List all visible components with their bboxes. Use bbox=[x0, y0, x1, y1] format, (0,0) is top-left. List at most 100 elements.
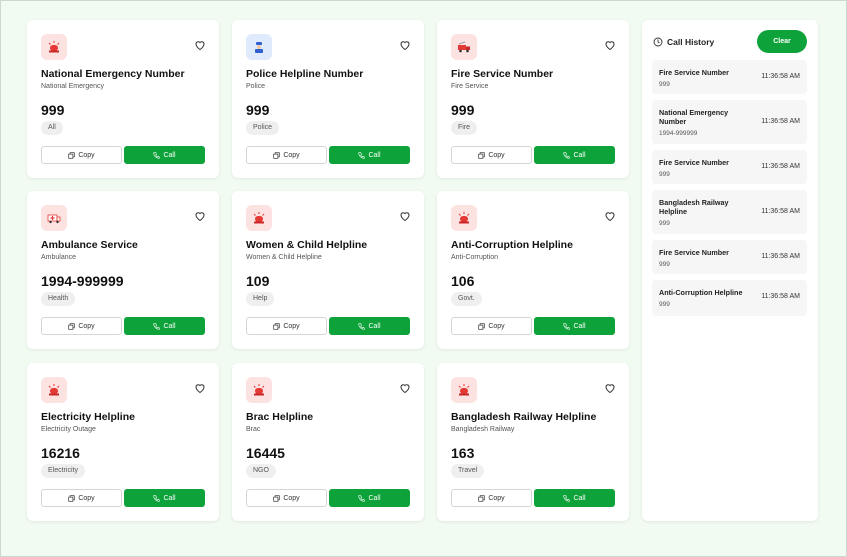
history-item-name: Anti-Corruption Helpline bbox=[659, 288, 743, 297]
clear-history-button[interactable]: Clear bbox=[757, 30, 807, 53]
copy-button[interactable]: Copy bbox=[41, 317, 122, 335]
history-item-time: 11:36:58 AM bbox=[761, 118, 800, 125]
ambulance-icon bbox=[41, 205, 67, 231]
history-item: Bangladesh Railway Helpline 999 11:36:58… bbox=[652, 190, 807, 234]
card-number: 16216 bbox=[41, 445, 80, 461]
copy-icon bbox=[68, 151, 75, 159]
heart-icon[interactable] bbox=[194, 210, 206, 222]
card-number: 999 bbox=[41, 102, 65, 118]
card-title: Ambulance Service bbox=[41, 239, 138, 251]
helpline-card: Ambulance Service Ambulance 1994-999999 … bbox=[27, 191, 219, 349]
copy-label: Copy bbox=[78, 494, 95, 502]
card-title: National Emergency Number bbox=[41, 68, 185, 80]
copy-button[interactable]: Copy bbox=[41, 146, 122, 164]
copy-button[interactable]: Copy bbox=[41, 489, 122, 507]
heart-icon[interactable] bbox=[194, 39, 206, 51]
copy-button[interactable]: Copy bbox=[246, 317, 327, 335]
history-item-number: 1994-999999 bbox=[659, 130, 698, 137]
fire-truck-icon bbox=[451, 34, 477, 60]
category-tag: Health bbox=[41, 292, 76, 306]
call-button[interactable]: Call bbox=[534, 146, 615, 164]
card-number: 1994-999999 bbox=[41, 273, 124, 289]
phone-icon bbox=[358, 322, 366, 330]
copy-icon bbox=[478, 151, 485, 159]
copy-icon bbox=[273, 322, 280, 330]
copy-icon bbox=[68, 494, 75, 502]
call-label: Call bbox=[368, 494, 381, 502]
heart-icon[interactable] bbox=[399, 39, 411, 51]
call-label: Call bbox=[163, 151, 176, 159]
history-item-number: 999 bbox=[659, 220, 670, 227]
helpline-card: Police Helpline Number Police 999 Police… bbox=[232, 20, 424, 178]
phone-icon bbox=[563, 494, 571, 502]
card-subtitle: Police bbox=[246, 83, 266, 90]
helpline-card: Electricity Helpline Electricity Outage … bbox=[27, 363, 219, 521]
heart-icon[interactable] bbox=[604, 210, 616, 222]
category-tag: Help bbox=[246, 292, 275, 306]
heart-icon[interactable] bbox=[399, 210, 411, 222]
phone-icon bbox=[153, 494, 161, 502]
emergency-siren-icon bbox=[41, 34, 67, 60]
copy-button[interactable]: Copy bbox=[451, 146, 532, 164]
card-number: 16445 bbox=[246, 445, 285, 461]
heart-icon[interactable] bbox=[194, 382, 206, 394]
phone-icon bbox=[563, 322, 571, 330]
heart-icon[interactable] bbox=[604, 382, 616, 394]
heart-icon[interactable] bbox=[399, 382, 411, 394]
call-label: Call bbox=[573, 151, 586, 159]
history-item: Fire Service Number 999 11:36:58 AM bbox=[652, 150, 807, 184]
card-subtitle: Bangladesh Railway bbox=[451, 426, 515, 433]
copy-button[interactable]: Copy bbox=[451, 317, 532, 335]
copy-button[interactable]: Copy bbox=[246, 489, 327, 507]
card-number: 999 bbox=[451, 102, 475, 118]
call-label: Call bbox=[368, 151, 381, 159]
card-subtitle: Brac bbox=[246, 426, 261, 433]
card-number: 999 bbox=[246, 102, 270, 118]
call-history-header: Call History bbox=[653, 37, 714, 47]
emergency-siren-icon bbox=[451, 205, 477, 231]
copy-label: Copy bbox=[78, 151, 95, 159]
card-title: Bangladesh Railway Helpline bbox=[451, 411, 597, 423]
copy-label: Copy bbox=[283, 322, 300, 330]
card-number: 109 bbox=[246, 273, 270, 289]
helpline-card: Brac Helpline Brac 16445 NGO Copy Call bbox=[232, 363, 424, 521]
call-button[interactable]: Call bbox=[329, 146, 410, 164]
copy-button[interactable]: Copy bbox=[451, 489, 532, 507]
category-tag: All bbox=[41, 121, 63, 135]
call-button[interactable]: Call bbox=[124, 146, 205, 164]
category-tag: Govt. bbox=[451, 292, 482, 306]
card-subtitle: National Emergency bbox=[41, 83, 105, 90]
heart-icon[interactable] bbox=[604, 39, 616, 51]
history-item-time: 11:36:58 AM bbox=[761, 253, 800, 260]
card-number: 106 bbox=[451, 273, 475, 289]
history-item-number: 999 bbox=[659, 301, 670, 308]
call-button[interactable]: Call bbox=[124, 489, 205, 507]
call-button[interactable]: Call bbox=[329, 317, 410, 335]
history-item: National Emergency Number 1994-999999 11… bbox=[652, 100, 807, 144]
call-button[interactable]: Call bbox=[534, 317, 615, 335]
call-button[interactable]: Call bbox=[124, 317, 205, 335]
card-subtitle: Anti-Corruption bbox=[451, 254, 499, 261]
phone-icon bbox=[563, 151, 571, 159]
history-item-number: 999 bbox=[659, 261, 670, 268]
call-label: Call bbox=[573, 494, 586, 502]
emergency-siren-icon bbox=[451, 377, 477, 403]
copy-label: Copy bbox=[488, 322, 505, 330]
history-item-name: National Emergency Number bbox=[659, 108, 729, 126]
card-subtitle: Women & Child Helpline bbox=[246, 254, 322, 261]
category-tag: Fire bbox=[451, 121, 478, 135]
category-tag: NGO bbox=[246, 464, 276, 478]
call-button[interactable]: Call bbox=[329, 489, 410, 507]
call-button[interactable]: Call bbox=[534, 489, 615, 507]
history-item: Anti-Corruption Helpline 999 11:36:58 AM bbox=[652, 280, 807, 316]
call-history-title: Call History bbox=[667, 37, 715, 47]
copy-label: Copy bbox=[488, 151, 505, 159]
history-item-time: 11:36:58 AM bbox=[761, 293, 800, 300]
call-label: Call bbox=[368, 322, 381, 330]
card-title: Electricity Helpline bbox=[41, 411, 135, 423]
category-tag: Travel bbox=[451, 464, 485, 478]
copy-button[interactable]: Copy bbox=[246, 146, 327, 164]
phone-icon bbox=[358, 151, 366, 159]
card-title: Anti-Corruption Helpline bbox=[451, 239, 573, 251]
helpline-card: Anti-Corruption Helpline Anti-Corruption… bbox=[437, 191, 629, 349]
